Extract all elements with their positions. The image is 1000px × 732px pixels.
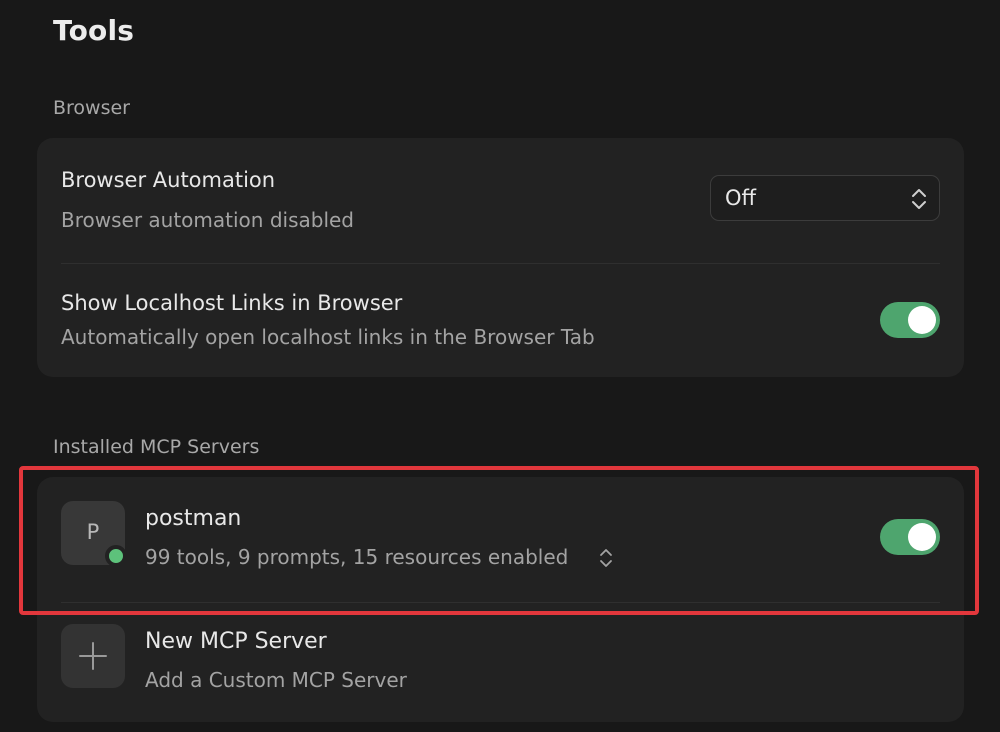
plus-icon <box>79 642 107 670</box>
add-server-button[interactable] <box>61 624 125 688</box>
browser-automation-subtitle: Browser automation disabled <box>61 208 354 232</box>
up-down-chevron-icon[interactable] <box>598 547 614 569</box>
browser-automation-select[interactable]: Off <box>710 175 940 221</box>
up-down-chevron-icon <box>912 189 926 209</box>
divider <box>61 263 940 264</box>
divider <box>61 602 940 603</box>
localhost-links-subtitle: Automatically open localhost links in th… <box>61 325 595 349</box>
page-title: Tools <box>53 14 135 47</box>
section-label-mcp-servers: Installed MCP Servers <box>53 436 260 458</box>
localhost-links-title: Show Localhost Links in Browser <box>61 291 403 315</box>
new-mcp-server-title: New MCP Server <box>145 629 327 654</box>
server-status-dot <box>105 545 127 567</box>
browser-automation-select-value: Off <box>725 186 756 210</box>
browser-automation-title: Browser Automation <box>61 168 276 192</box>
mcp-servers-card: P postman 99 tools, 9 prompts, 15 resour… <box>37 477 964 722</box>
tools-settings-page: Tools Browser Browser Automation Browser… <box>0 0 1000 732</box>
new-mcp-server-subtitle: Add a Custom MCP Server <box>145 668 407 692</box>
localhost-links-toggle[interactable] <box>880 302 940 338</box>
toggle-knob <box>908 306 936 334</box>
toggle-knob <box>908 523 936 551</box>
server-summary: 99 tools, 9 prompts, 15 resources enable… <box>145 545 569 569</box>
section-label-browser: Browser <box>53 97 130 119</box>
server-avatar: P <box>61 501 127 567</box>
server-enable-toggle[interactable] <box>880 519 940 555</box>
server-name: postman <box>145 506 242 531</box>
server-avatar-letter: P <box>86 520 100 544</box>
browser-settings-card: Browser Automation Browser automation di… <box>37 138 964 377</box>
